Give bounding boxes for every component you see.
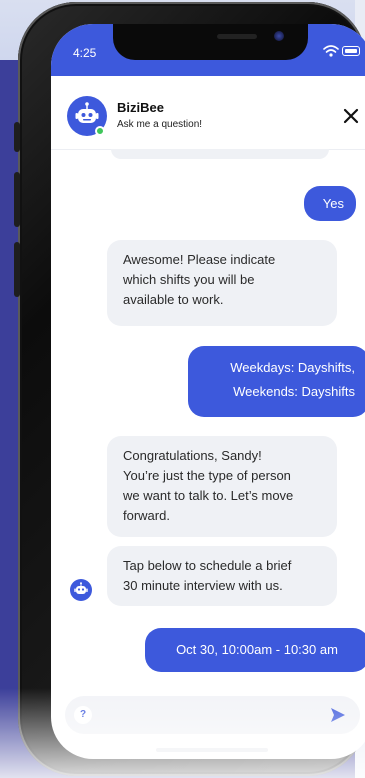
page-background-bottom-fade: [0, 688, 365, 778]
message-line: Tap below to schedule a brief: [123, 558, 292, 573]
status-time: 4:25: [73, 46, 97, 60]
bot-small-avatar: [70, 579, 92, 601]
notch: [113, 24, 308, 60]
wifi-icon: [323, 45, 339, 57]
user-message: Yes: [304, 186, 356, 221]
chat-header: BiziBee Ask me a question!: [51, 76, 365, 150]
message-line: You’re just the type of person: [123, 468, 291, 483]
front-camera: [274, 31, 284, 41]
message-line: Oct 30, 10:00am - 10:30 am: [176, 642, 338, 657]
volume-down-button: [14, 242, 20, 297]
bot-message: Congratulations, Sandy! You’re just the …: [107, 436, 337, 537]
message-line: forward.: [123, 508, 170, 523]
phone-frame: 4:25 BiziBee Ask me a question! Yes Awes…: [14, 2, 365, 776]
robot-icon: [74, 582, 88, 594]
phone-screen: 4:25 BiziBee Ask me a question! Yes Awes…: [51, 24, 365, 759]
volume-up-button: [14, 172, 20, 227]
message-line: 30 minute interview with us.: [123, 578, 283, 593]
user-message: Weekdays: Dayshifts, Weekends: Dayshifts: [188, 346, 365, 417]
message-line: Weekdays: Dayshifts,: [230, 360, 355, 375]
bot-message: Awesome! Please indicate which shifts yo…: [107, 240, 337, 326]
message-line: Yes: [322, 196, 344, 211]
close-icon[interactable]: [343, 108, 359, 124]
bot-message: Tap below to schedule a brief 30 minute …: [107, 546, 337, 606]
bot-name: BiziBee: [117, 100, 164, 115]
message-line: which shifts you will be: [123, 272, 255, 287]
message-line: Congratulations, Sandy!: [123, 448, 262, 463]
online-status-dot: [95, 126, 105, 136]
message-line: we want to talk to. Let’s move: [123, 488, 294, 503]
previous-message-stub: [111, 149, 329, 159]
mute-switch: [14, 122, 20, 152]
bot-subtitle: Ask me a question!: [117, 119, 203, 130]
interview-slot-button[interactable]: Oct 30, 10:00am - 10:30 am: [145, 628, 365, 672]
message-line: Awesome! Please indicate: [123, 252, 276, 267]
message-line: Weekends: Dayshifts: [233, 384, 355, 399]
battery-icon: [342, 46, 360, 56]
message-line: available to work.: [123, 292, 224, 307]
status-bar: 4:25: [51, 24, 365, 76]
speaker: [217, 34, 257, 39]
